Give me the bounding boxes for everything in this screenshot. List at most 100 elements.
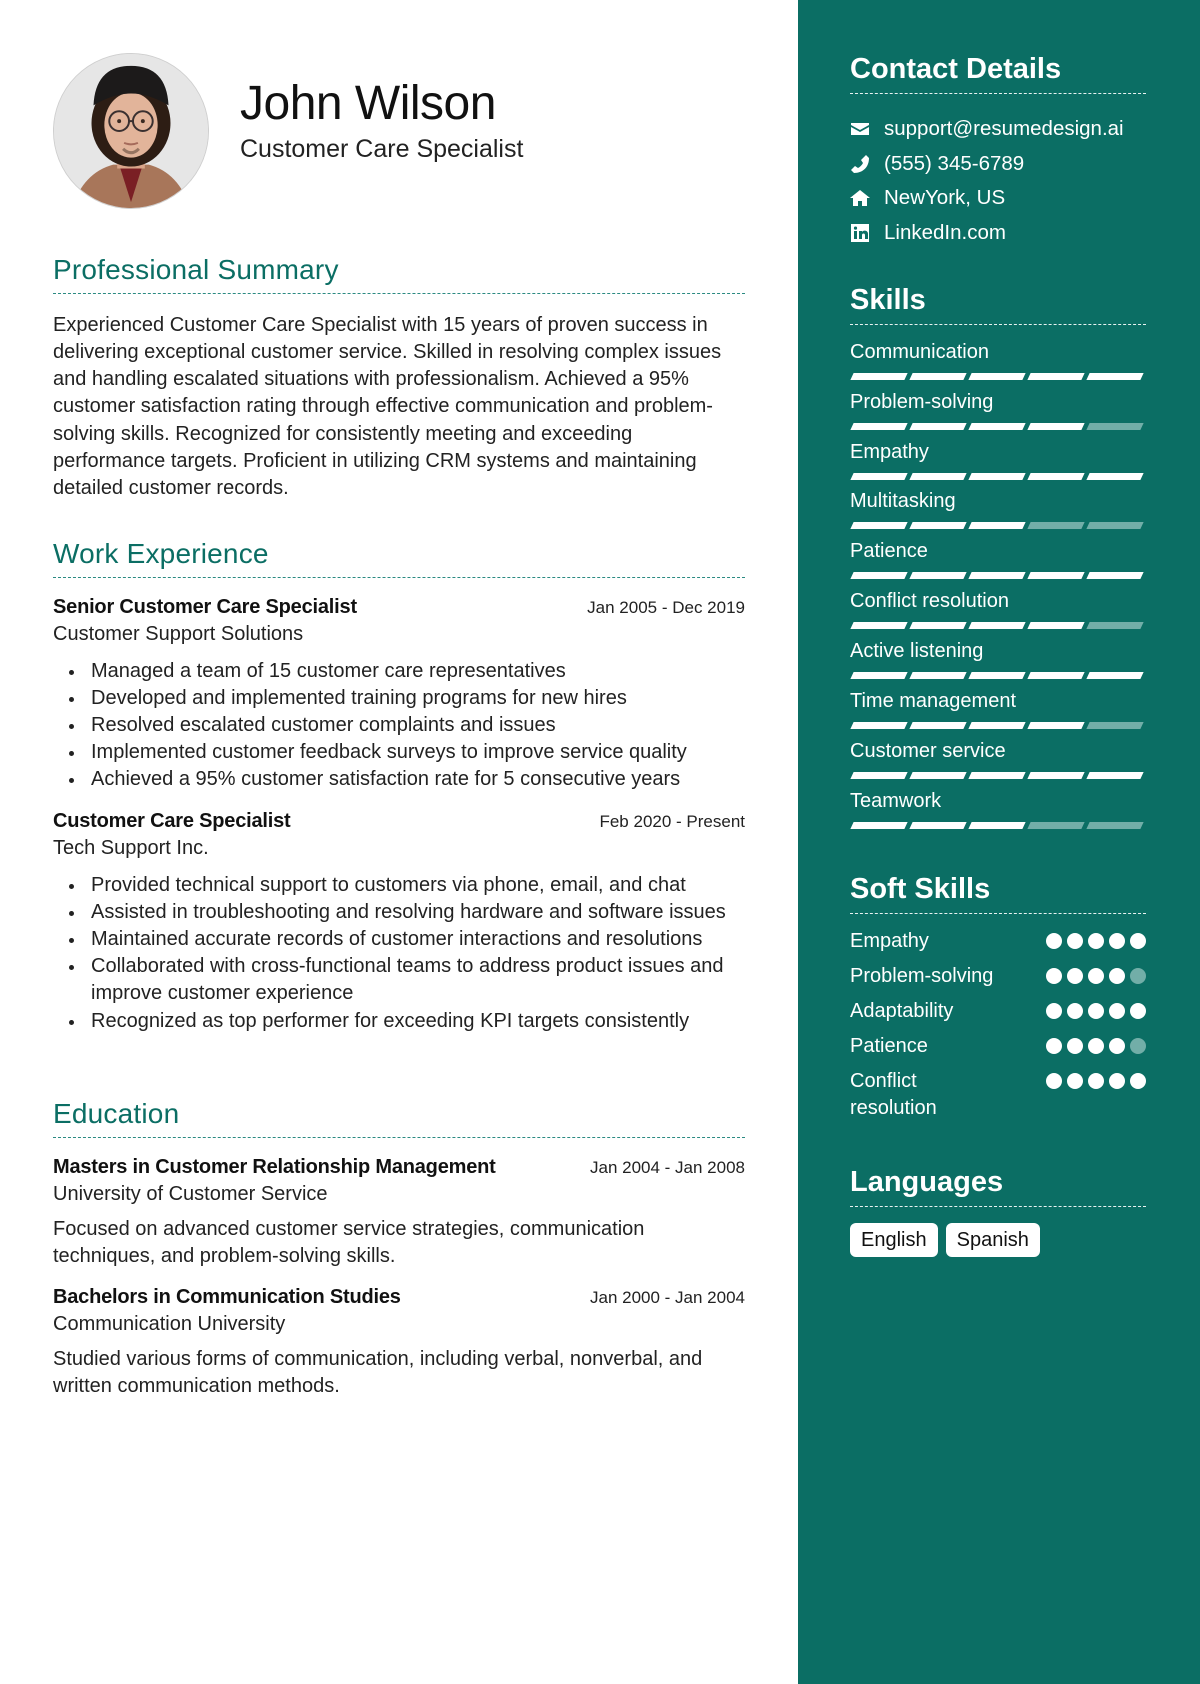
rating-dot-filled (1109, 1072, 1125, 1089)
skill-rating (850, 821, 1146, 829)
rating-segment-filled (1086, 472, 1144, 480)
rating-segment-empty (1086, 722, 1144, 730)
rating-segment-filled (968, 422, 1026, 430)
skill-rating (850, 622, 1146, 630)
rating-segment-empty (1027, 821, 1085, 829)
skill-list: Communication Problem-solving Empathy Multi… (850, 340, 1146, 839)
section-divider (850, 1205, 1146, 1207)
sidebar-content: Contact Details support@resumedesign.ai (… (850, 52, 1146, 1257)
rating-segment-filled (850, 622, 908, 630)
soft-skill-name: Adaptability (850, 999, 954, 1022)
summary-section: Professional Summary Experienced Custome… (53, 253, 745, 503)
education-list: Masters in Customer Relationship Managem… (53, 1156, 745, 1401)
job-entry: Senior Customer Care Specialist Jan 2005 … (53, 596, 745, 794)
rating-dot-filled (1067, 1037, 1083, 1054)
soft-skill-rating (1046, 1068, 1146, 1089)
linkedin-icon (850, 223, 870, 243)
section-divider (850, 92, 1146, 94)
soft-skill-item: Empathy (850, 928, 1146, 963)
skill-name: Problem-solving (850, 390, 994, 413)
rating-segment-filled (968, 372, 1026, 380)
degree-name: Bachelors in Communication Studies (53, 1286, 401, 1309)
skill-name: Multitasking (850, 490, 956, 513)
rating-dot-filled (1067, 932, 1083, 949)
skill-name: Patience (850, 540, 928, 563)
rating-segment-filled (968, 771, 1026, 779)
rating-segment-filled (1027, 771, 1085, 779)
section-divider (53, 292, 745, 294)
rating-segment-filled (968, 572, 1026, 580)
rating-segment-filled (909, 722, 967, 730)
rating-dot-filled (1130, 1072, 1146, 1089)
education-date: Jan 2000 - Jan 2004 (589, 1288, 745, 1308)
contact-text: LinkedIn.com (884, 220, 1006, 244)
education-date: Jan 2004 - Jan 2008 (589, 1157, 745, 1177)
list-item: Assisted in troubleshooting and resolvin… (69, 899, 745, 926)
rating-segment-empty (1086, 422, 1144, 430)
rating-segment-filled (1027, 572, 1085, 580)
skills-heading: Skills (850, 284, 926, 316)
section-divider (850, 912, 1146, 914)
soft-skill-item: Adaptability (850, 998, 1146, 1033)
skill-rating (850, 372, 1146, 380)
rating-segment-filled (909, 672, 967, 680)
contact-text: (555) 345-6789 (884, 151, 1025, 175)
skill-item: Empathy (850, 440, 1146, 490)
skill-name: Teamwork (850, 789, 942, 812)
rating-dot-filled (1088, 1037, 1104, 1054)
languages-section: Languages English Spanish (850, 1165, 1146, 1257)
language-list: English Spanish (850, 1222, 1146, 1257)
rating-segment-filled (1086, 372, 1144, 380)
skill-name: Time management (850, 690, 1016, 713)
summary-text: Experienced Customer Care Specialist wit… (53, 313, 722, 500)
rating-segment-filled (850, 672, 908, 680)
soft-skill-name: Empathy (850, 929, 929, 952)
skill-name: Active listening (850, 640, 984, 663)
rating-dot-filled (1088, 1002, 1104, 1019)
rating-segment-filled (909, 472, 967, 480)
rating-segment-filled (1027, 422, 1085, 430)
rating-segment-filled (909, 372, 967, 380)
school-name: Communication University (53, 1313, 286, 1336)
rating-segment-filled (1027, 622, 1085, 630)
section-divider (850, 323, 1146, 325)
rating-segment-filled (909, 771, 967, 779)
rating-segment-filled (968, 821, 1026, 829)
rating-segment-filled (968, 472, 1026, 480)
rating-dot-filled (1046, 1002, 1062, 1019)
school-name: University of Customer Service (53, 1182, 328, 1205)
rating-segment-empty (1027, 522, 1085, 530)
candidate-name: John Wilson (240, 77, 496, 131)
rating-segment-empty (1086, 821, 1144, 829)
rating-segment-filled (850, 771, 908, 779)
rating-dot-filled (1046, 932, 1062, 949)
rating-segment-empty (1086, 622, 1144, 630)
summary-heading: Professional Summary (53, 254, 339, 285)
sidebar: Contact Details support@resumedesign.ai (… (798, 0, 1200, 1684)
rating-segment-filled (909, 522, 967, 530)
rating-segment-filled (850, 572, 908, 580)
rating-segment-filled (909, 572, 967, 580)
section-divider (53, 576, 745, 578)
list-item: Managed a team of 15 customer care repre… (69, 658, 745, 685)
education-entry: Bachelors in Communication Studies Jan 20… (53, 1286, 745, 1401)
contact-heading: Contact Details (850, 53, 1062, 85)
skill-rating (850, 422, 1146, 430)
rating-dot-filled (1130, 1002, 1146, 1019)
education-heading: Education (53, 1098, 180, 1129)
soft-skill-item: Problem-solving (850, 963, 1146, 998)
rating-segment-filled (968, 522, 1026, 530)
section-divider (53, 1136, 745, 1138)
skill-rating (850, 572, 1146, 580)
rating-dot-filled (1067, 967, 1083, 984)
education-header: Bachelors in Communication Studies Jan 20… (53, 1286, 745, 1309)
degree-name: Masters in Customer Relationship Managem… (53, 1155, 496, 1178)
education-description: Studied various forms of communication, … (53, 1348, 703, 1398)
rating-segment-filled (1086, 672, 1144, 680)
list-item: Collaborated with cross-functional teams… (69, 953, 745, 1007)
contact-text: support@resumedesign.ai (884, 117, 1124, 141)
rating-segment-filled (850, 372, 908, 380)
soft-skill-name: Problem-solving (850, 964, 994, 987)
skill-name: Empathy (850, 440, 929, 463)
job-date: Feb 2020 - Present (599, 811, 745, 831)
